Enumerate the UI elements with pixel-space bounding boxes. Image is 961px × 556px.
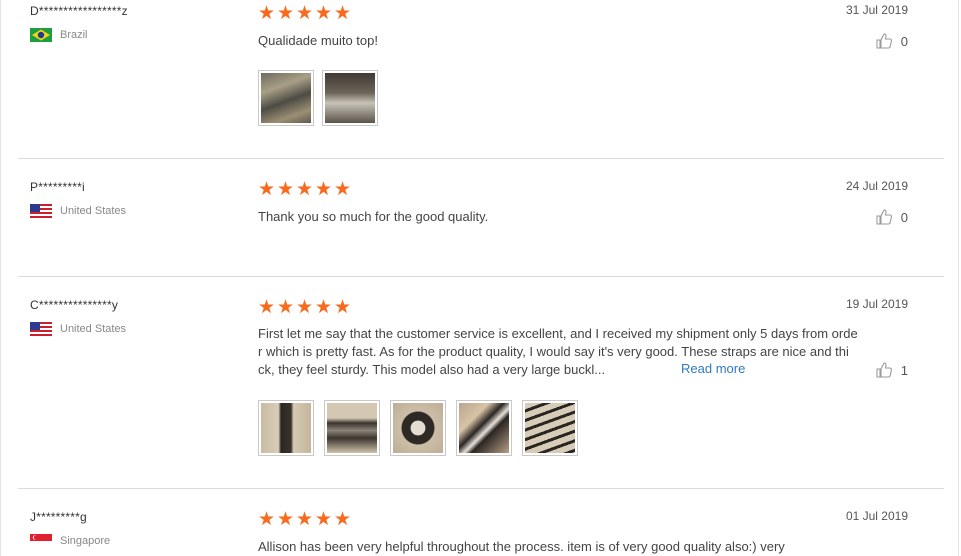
review-text: Thank you so much for the good quality.	[258, 209, 489, 224]
reviewer-country: Singapore	[30, 534, 110, 548]
star-icon: ★	[258, 297, 276, 318]
review-item: D*****************z Brazil ★ ★ ★ ★ ★ 31 …	[18, 0, 944, 158]
star-icon: ★	[258, 3, 276, 24]
review-text-line: First let me say that the customer servi…	[258, 326, 858, 341]
brazil-flag-icon	[30, 28, 52, 42]
star-rating: ★ ★ ★ ★ ★	[258, 179, 352, 200]
review-item: J*********g Singapore ★ ★ ★ ★ ★ 01 Jul 2…	[18, 506, 944, 556]
star-rating: ★ ★ ★ ★ ★	[258, 509, 352, 530]
star-icon: ★	[296, 297, 314, 318]
like-count: 0	[900, 33, 908, 49]
like-button[interactable]: 0	[875, 32, 908, 50]
reviewer-name: P*********i	[30, 180, 85, 194]
review-divider	[18, 276, 944, 277]
reviewer-name: D*****************z	[30, 4, 128, 18]
star-icon: ★	[334, 179, 352, 200]
review-photo-thumbnail[interactable]	[258, 70, 314, 126]
like-button[interactable]: 1	[875, 361, 908, 379]
country-label: Brazil	[60, 29, 88, 41]
review-text-line: r which is pretty fast. As for the produ…	[258, 344, 849, 359]
star-icon: ★	[315, 509, 333, 530]
singapore-flag-icon	[30, 534, 52, 548]
thumbs-up-icon	[876, 209, 892, 225]
review-text-line: ck, they feel sturdy. This model also ha…	[258, 362, 606, 377]
review-text: Allison has been very helpful throughout…	[258, 539, 785, 554]
review-text: Qualidade muito top!	[258, 33, 378, 48]
like-button[interactable]: 0	[875, 208, 908, 226]
thumbs-up-icon	[876, 362, 892, 378]
review-photo-thumbnail[interactable]	[456, 400, 512, 456]
review-item: P*********i United States ★ ★ ★ ★ ★ 24 J…	[18, 176, 944, 276]
reviewer-country: United States	[30, 204, 126, 218]
review-text: First let me say that the customer servi…	[258, 325, 880, 379]
review-photos	[258, 70, 378, 126]
right-border	[958, 0, 959, 556]
country-label: United States	[60, 323, 127, 335]
review-photos	[258, 400, 578, 456]
star-rating: ★ ★ ★ ★ ★	[258, 3, 352, 24]
review-photo-thumbnail[interactable]	[522, 400, 578, 456]
star-icon: ★	[277, 179, 295, 200]
star-icon: ★	[334, 297, 352, 318]
review-photo-thumbnail[interactable]	[322, 70, 378, 126]
review-divider	[18, 158, 944, 159]
review-photo-thumbnail[interactable]	[258, 400, 314, 456]
like-count: 1	[900, 362, 908, 378]
star-icon: ★	[315, 297, 333, 318]
reviewer-name: C***************y	[30, 298, 119, 312]
star-icon: ★	[296, 179, 314, 200]
star-icon: ★	[277, 509, 295, 530]
star-rating: ★ ★ ★ ★ ★	[258, 297, 352, 318]
star-icon: ★	[258, 179, 276, 200]
review-item: C***************y United States ★ ★ ★ ★ …	[18, 294, 944, 488]
star-icon: ★	[258, 509, 276, 530]
star-icon: ★	[315, 3, 333, 24]
star-icon: ★	[296, 3, 314, 24]
star-icon: ★	[334, 509, 352, 530]
reviewer-country: United States	[30, 322, 126, 336]
us-flag-icon	[30, 204, 52, 218]
left-border	[0, 0, 1, 556]
star-icon: ★	[315, 179, 333, 200]
review-date: 19 Jul 2019	[845, 297, 908, 311]
star-icon: ★	[296, 509, 314, 530]
thumbs-up-icon	[876, 33, 892, 49]
reviewer-country: Brazil	[30, 28, 88, 42]
star-icon: ★	[277, 3, 295, 24]
like-count: 0	[900, 209, 908, 225]
star-icon: ★	[334, 3, 352, 24]
country-label: Singapore	[60, 535, 111, 547]
reviewer-name: J*********g	[30, 510, 87, 524]
review-divider	[18, 488, 944, 489]
us-flag-icon	[30, 322, 52, 336]
read-more-link[interactable]: Read more	[681, 361, 745, 376]
review-date: 24 Jul 2019	[845, 179, 908, 193]
review-date: 01 Jul 2019	[845, 509, 908, 523]
review-date: 31 Jul 2019	[845, 3, 908, 17]
country-label: United States	[60, 205, 127, 217]
review-photo-thumbnail[interactable]	[324, 400, 380, 456]
review-photo-thumbnail[interactable]	[390, 400, 446, 456]
star-icon: ★	[277, 297, 295, 318]
